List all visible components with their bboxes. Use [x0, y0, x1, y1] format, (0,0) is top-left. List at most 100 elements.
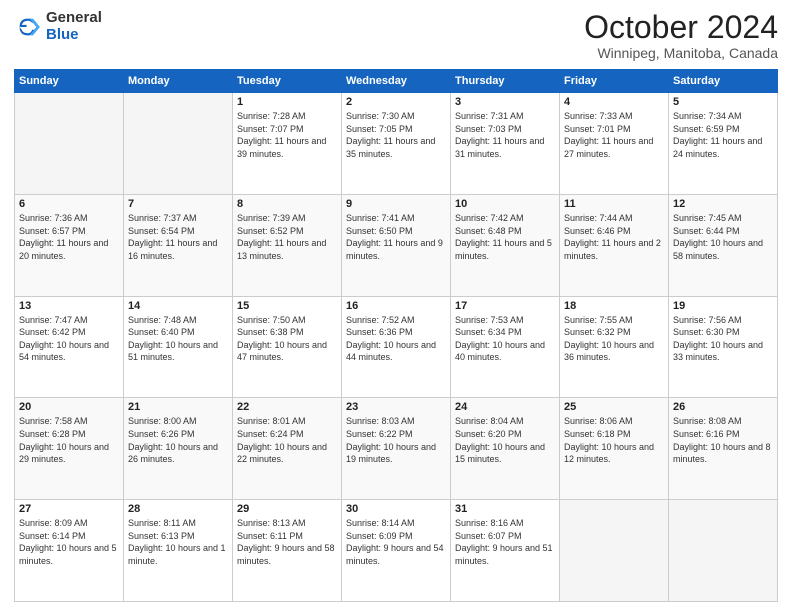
table-row: 10 Sunrise: 7:42 AMSunset: 6:48 PMDayligh… [451, 194, 560, 296]
day-info: Sunrise: 7:58 AMSunset: 6:28 PMDaylight:… [19, 415, 119, 465]
day-info: Sunrise: 7:44 AMSunset: 6:46 PMDaylight:… [564, 212, 664, 262]
table-row: 26Sunrise: 8:08 AMSunset: 6:16 PMDayligh… [669, 398, 778, 500]
day-number: 11 [564, 198, 664, 210]
table-row: 28 Sunrise: 8:11 AMSunset: 6:13 PMDayligh… [124, 500, 233, 602]
logo-text: General Blue [46, 10, 102, 43]
table-row: 16Sunrise: 7:52 AMSunset: 6:36 PMDayligh… [342, 296, 451, 398]
calendar-week-row: 6Sunrise: 7:36 AMSunset: 6:57 PMDaylight… [15, 194, 778, 296]
main-title: October 2024 [584, 10, 778, 45]
day-info: Sunrise: 8:00 AMSunset: 6:26 PMDaylight:… [128, 415, 228, 465]
calendar-week-row: 13 Sunrise: 7:47 AMSunset: 6:42 PMDayligh… [15, 296, 778, 398]
day-info: Sunrise: 8:04 AMSunset: 6:20 PMDaylight:… [455, 415, 555, 465]
day-number: 26 [673, 401, 773, 413]
day-info: Sunrise: 7:39 AMSunset: 6:52 PMDaylight:… [237, 212, 337, 262]
table-row: 11 Sunrise: 7:44 AMSunset: 6:46 PMDayligh… [560, 194, 669, 296]
page: General Blue October 2024 Winnipeg, Mani… [0, 0, 792, 612]
table-row: 29 Sunrise: 8:13 AMSunset: 6:11 PMDayligh… [233, 500, 342, 602]
day-info: Sunrise: 8:16 AMSunset: 6:07 PMDaylight:… [455, 517, 555, 567]
day-info: Sunrise: 8:03 AMSunset: 6:22 PMDaylight:… [346, 415, 446, 465]
day-info: Sunrise: 7:42 AMSunset: 6:48 PMDaylight:… [455, 212, 555, 262]
subtitle: Winnipeg, Manitoba, Canada [584, 45, 778, 61]
day-info: Sunrise: 7:53 AMSunset: 6:34 PMDaylight:… [455, 314, 555, 364]
day-info: Sunrise: 7:47 AMSunset: 6:42 PMDaylight:… [19, 314, 119, 364]
day-info: Sunrise: 8:14 AMSunset: 6:09 PMDaylight:… [346, 517, 446, 567]
calendar-week-row: 27 Sunrise: 8:09 AMSunset: 6:14 PMDayligh… [15, 500, 778, 602]
day-info: Sunrise: 7:34 AMSunset: 6:59 PMDaylight:… [673, 110, 773, 160]
day-number: 13 [19, 300, 119, 312]
day-number: 29 [237, 503, 337, 515]
day-info: Sunrise: 7:41 AMSunset: 6:50 PMDaylight:… [346, 212, 446, 262]
logo-general-text: General [46, 10, 102, 27]
col-saturday: Saturday [669, 70, 778, 93]
table-row: 14Sunrise: 7:48 AMSunset: 6:40 PMDayligh… [124, 296, 233, 398]
logo-blue-text: Blue [46, 27, 102, 44]
calendar-week-row: 20 Sunrise: 7:58 AMSunset: 6:28 PMDayligh… [15, 398, 778, 500]
table-row: 8 Sunrise: 7:39 AMSunset: 6:52 PMDaylight… [233, 194, 342, 296]
day-number: 10 [455, 198, 555, 210]
table-row [669, 500, 778, 602]
logo-icon [14, 13, 42, 41]
day-number: 21 [128, 401, 228, 413]
table-row [15, 93, 124, 195]
day-info: Sunrise: 7:33 AMSunset: 7:01 PMDaylight:… [564, 110, 664, 160]
day-number: 12 [673, 198, 773, 210]
col-thursday: Thursday [451, 70, 560, 93]
day-info: Sunrise: 7:30 AMSunset: 7:05 PMDaylight:… [346, 110, 446, 160]
day-number: 5 [673, 96, 773, 108]
day-info: Sunrise: 7:31 AMSunset: 7:03 PMDaylight:… [455, 110, 555, 160]
table-row: 24 Sunrise: 8:04 AMSunset: 6:20 PMDayligh… [451, 398, 560, 500]
table-row: 6Sunrise: 7:36 AMSunset: 6:57 PMDaylight… [15, 194, 124, 296]
day-number: 19 [673, 300, 773, 312]
day-number: 24 [455, 401, 555, 413]
day-number: 1 [237, 96, 337, 108]
day-number: 20 [19, 401, 119, 413]
day-info: Sunrise: 8:06 AMSunset: 6:18 PMDaylight:… [564, 415, 664, 465]
table-row: 13 Sunrise: 7:47 AMSunset: 6:42 PMDayligh… [15, 296, 124, 398]
col-sunday: Sunday [15, 70, 124, 93]
header: General Blue October 2024 Winnipeg, Mani… [14, 10, 778, 61]
day-number: 3 [455, 96, 555, 108]
day-number: 8 [237, 198, 337, 210]
day-info: Sunrise: 8:11 AMSunset: 6:13 PMDaylight:… [128, 517, 228, 567]
day-number: 9 [346, 198, 446, 210]
table-row: 7 Sunrise: 7:37 AMSunset: 6:54 PMDaylight… [124, 194, 233, 296]
day-number: 23 [346, 401, 446, 413]
table-row: 15 Sunrise: 7:50 AMSunset: 6:38 PMDayligh… [233, 296, 342, 398]
day-info: Sunrise: 7:55 AMSunset: 6:32 PMDaylight:… [564, 314, 664, 364]
day-number: 15 [237, 300, 337, 312]
day-info: Sunrise: 7:50 AMSunset: 6:38 PMDaylight:… [237, 314, 337, 364]
day-info: Sunrise: 7:37 AMSunset: 6:54 PMDaylight:… [128, 212, 228, 262]
day-number: 27 [19, 503, 119, 515]
table-row: 2 Sunrise: 7:30 AMSunset: 7:05 PMDaylight… [342, 93, 451, 195]
table-row: 25Sunrise: 8:06 AMSunset: 6:18 PMDayligh… [560, 398, 669, 500]
col-wednesday: Wednesday [342, 70, 451, 93]
day-number: 22 [237, 401, 337, 413]
logo: General Blue [14, 10, 102, 43]
calendar-header-row: Sunday Monday Tuesday Wednesday Thursday… [15, 70, 778, 93]
day-info: Sunrise: 8:13 AMSunset: 6:11 PMDaylight:… [237, 517, 337, 567]
table-row: 12 Sunrise: 7:45 AMSunset: 6:44 PMDayligh… [669, 194, 778, 296]
day-number: 16 [346, 300, 446, 312]
day-number: 4 [564, 96, 664, 108]
day-info: Sunrise: 7:56 AMSunset: 6:30 PMDaylight:… [673, 314, 773, 364]
table-row: 23 Sunrise: 8:03 AMSunset: 6:22 PMDayligh… [342, 398, 451, 500]
table-row: 9 Sunrise: 7:41 AMSunset: 6:50 PMDaylight… [342, 194, 451, 296]
day-number: 7 [128, 198, 228, 210]
table-row [124, 93, 233, 195]
calendar-table: Sunday Monday Tuesday Wednesday Thursday… [14, 69, 778, 602]
day-number: 28 [128, 503, 228, 515]
day-info: Sunrise: 7:28 AMSunset: 7:07 PMDaylight:… [237, 110, 337, 160]
day-number: 31 [455, 503, 555, 515]
day-info: Sunrise: 8:01 AMSunset: 6:24 PMDaylight:… [237, 415, 337, 465]
table-row: 18 Sunrise: 7:55 AMSunset: 6:32 PMDayligh… [560, 296, 669, 398]
day-info: Sunrise: 8:09 AMSunset: 6:14 PMDaylight:… [19, 517, 119, 567]
table-row: 27 Sunrise: 8:09 AMSunset: 6:14 PMDayligh… [15, 500, 124, 602]
table-row: 31 Sunrise: 8:16 AMSunset: 6:07 PMDayligh… [451, 500, 560, 602]
day-number: 18 [564, 300, 664, 312]
day-number: 2 [346, 96, 446, 108]
day-info: Sunrise: 7:45 AMSunset: 6:44 PMDaylight:… [673, 212, 773, 262]
col-tuesday: Tuesday [233, 70, 342, 93]
day-number: 6 [19, 198, 119, 210]
col-friday: Friday [560, 70, 669, 93]
day-number: 17 [455, 300, 555, 312]
